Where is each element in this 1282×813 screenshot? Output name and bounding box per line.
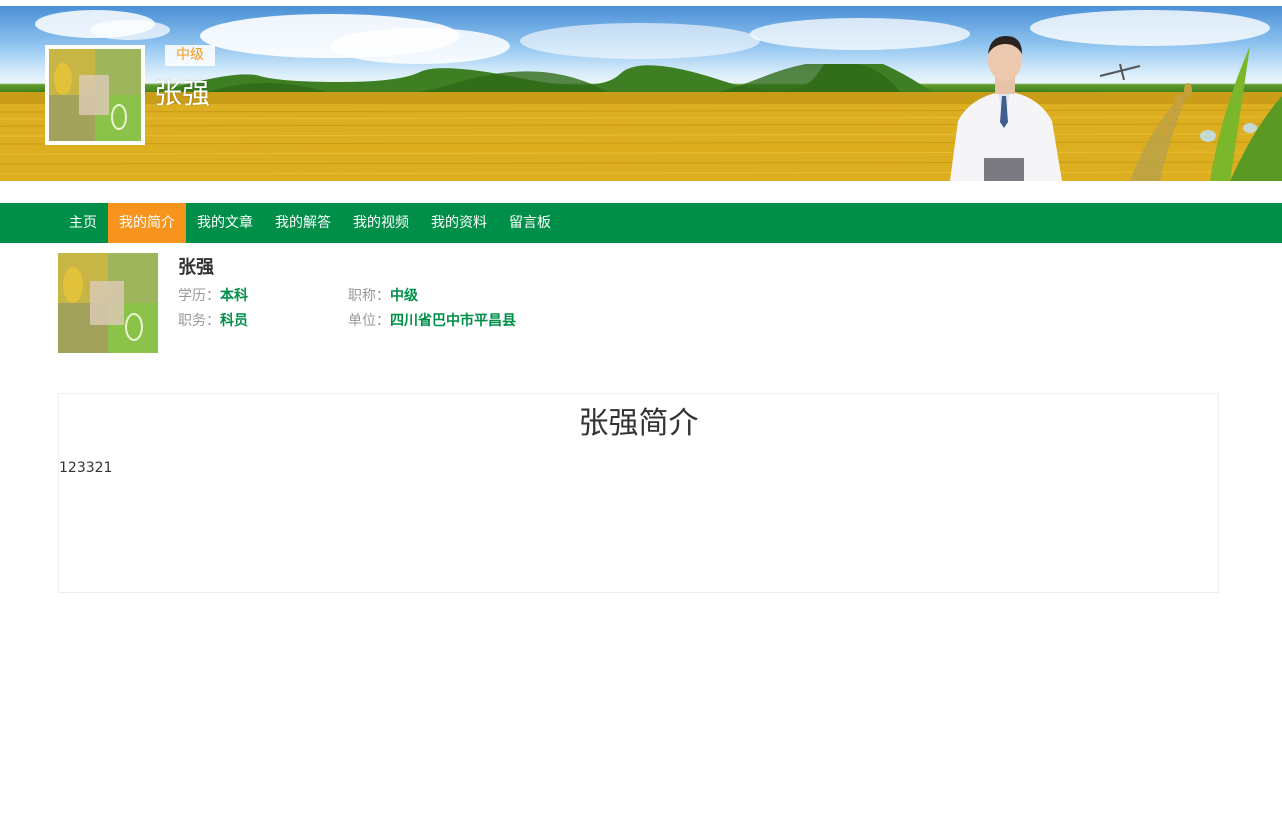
position-field: 职务：科员 [178, 311, 248, 331]
intro-text: 123321 [59, 460, 113, 476]
education-label: 学历： [178, 288, 220, 304]
nav-item-home[interactable]: 主页 [58, 203, 108, 243]
nav-item-answers[interactable]: 我的解答 [264, 203, 342, 243]
profile-name: 张强 [178, 257, 214, 278]
nav-item-profile[interactable]: 我的简介 [108, 203, 186, 243]
nav-item-message-board[interactable]: 留言板 [498, 203, 562, 243]
plant-decoration [1099, 46, 1282, 181]
title-field: 职称：中级 [348, 286, 418, 306]
intro-section: 张强简介 123321 [58, 393, 1219, 593]
unit-field: 单位：四川省巴中市平昌县 [348, 311, 516, 331]
header-avatar [45, 45, 145, 145]
education-value: 本科 [220, 288, 248, 304]
avatar-image [49, 49, 141, 141]
nav-item-videos[interactable]: 我的视频 [342, 203, 420, 243]
position-value: 科员 [220, 313, 248, 329]
main-nav: 主页 我的简介 我的文章 我的解答 我的视频 我的资料 留言板 [0, 203, 1282, 243]
position-label: 职务： [178, 313, 220, 329]
nav-item-articles[interactable]: 我的文章 [186, 203, 264, 243]
title-value: 中级 [390, 288, 418, 304]
intro-title: 张强简介 [578, 406, 699, 441]
unit-value: 四川省巴中市平昌县 [390, 313, 516, 329]
level-badge: 中级 [165, 45, 215, 66]
profile-avatar [58, 253, 158, 353]
education-field: 学历：本科 [178, 286, 248, 306]
avatar-image [58, 253, 158, 353]
nav-items: 主页 我的简介 我的文章 我的解答 我的视频 我的资料 留言板 [58, 203, 562, 243]
doctor-figure [950, 36, 1062, 181]
profile-summary: 张强 学历：本科 职称：中级 职务：科员 单位：四川省巴中市平昌县 [58, 253, 758, 353]
header-name: 张强 [154, 77, 211, 110]
title-label: 职称： [348, 288, 390, 304]
unit-label: 单位： [348, 313, 390, 329]
nav-item-materials[interactable]: 我的资料 [420, 203, 498, 243]
